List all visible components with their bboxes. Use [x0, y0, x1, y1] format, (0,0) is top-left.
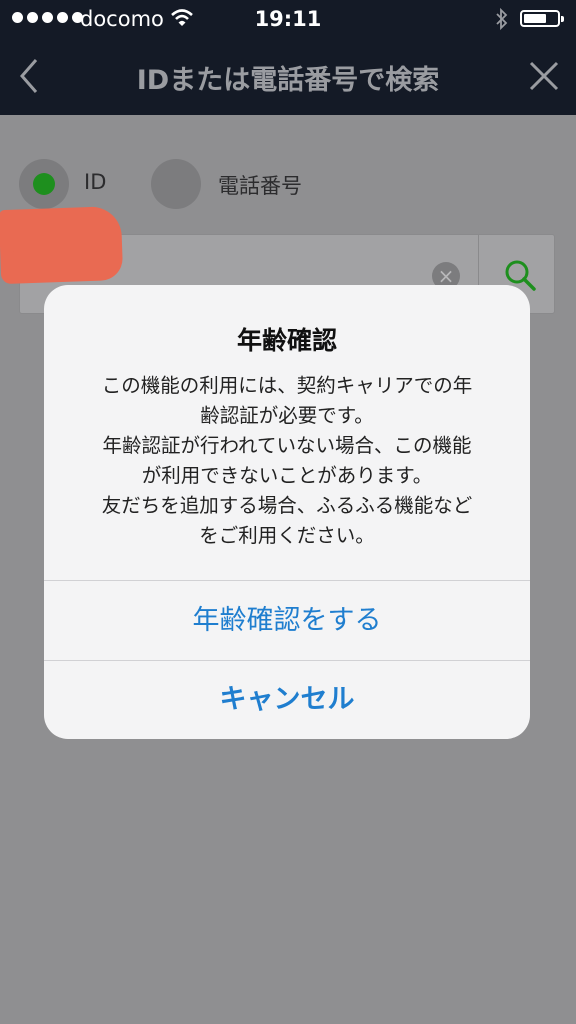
redaction-mark	[10, 250, 105, 280]
radio-id[interactable]	[19, 159, 69, 209]
nav-bar: IDまたは電話番号で検索	[0, 38, 576, 115]
dialog-message-line: が利用できないことがあります。	[141, 464, 433, 487]
dialog-divider	[44, 580, 530, 581]
cancel-button[interactable]: キャンセル	[44, 661, 530, 739]
verify-age-button[interactable]: 年齢確認をする	[44, 582, 530, 660]
radio-phone-label: 電話番号	[218, 174, 302, 198]
dialog-message-line: この機能の利用には、契約キャリアでの年	[101, 374, 473, 397]
radio-phone[interactable]	[151, 159, 201, 209]
dialog-message-line: 友だちを追加する場合、ふるふる機能など	[101, 494, 473, 517]
battery-icon	[520, 10, 564, 27]
top-bar: docomo 19:11 IDまたは電話番号で検索	[0, 0, 576, 115]
bluetooth-icon	[496, 7, 508, 31]
dialog-message-line: 齢認証が必要です。	[200, 404, 374, 427]
dialog-message-line: 年齢認証が行われていない場合、この機能	[102, 434, 472, 457]
radio-id-label: ID	[84, 170, 107, 194]
close-icon[interactable]	[528, 60, 560, 92]
page-title: IDまたは電話番号で検索	[136, 65, 440, 96]
age-verification-dialog: 年齢確認 この機能の利用には、契約キャリアでの年 齢認証が必要です。 年齢認証が…	[44, 285, 530, 739]
dialog-title: 年齢確認	[236, 326, 337, 355]
dialog-message-line: をご利用ください。	[199, 524, 375, 547]
clock: 19:11	[254, 7, 322, 31]
status-bar: docomo 19:11	[0, 0, 576, 38]
dialog-message: この機能の利用には、契約キャリアでの年 齢認証が必要です。 年齢認証が行われてい…	[62, 371, 512, 551]
radio-selected-dot	[33, 173, 55, 195]
